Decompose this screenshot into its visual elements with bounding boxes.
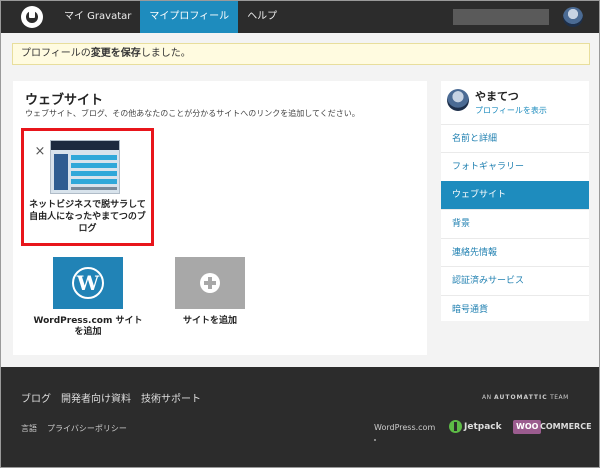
automattic-an: AN — [482, 394, 492, 401]
footer-link-privacy[interactable]: プライバシーポリシー — [47, 423, 127, 434]
sidebar-item-verified-services[interactable]: 認証済みサービス — [441, 266, 589, 294]
nav-help[interactable]: ヘルプ — [238, 1, 286, 33]
add-wordpress-site-button[interactable]: W WordPress.com サイトを追加 — [33, 257, 143, 338]
avatar — [447, 89, 469, 111]
nav-my-gravatar[interactable]: マイ Gravatar — [55, 1, 140, 33]
remove-site-icon[interactable]: × — [34, 145, 46, 158]
notice-suffix: しました。 — [140, 48, 191, 59]
footer-link-language[interactable]: 言語 — [21, 423, 37, 434]
sidebar-item-crypto[interactable]: 暗号通貨 — [441, 295, 589, 323]
automattic-logo[interactable]: AN AUTOMATTIC TEAM — [482, 394, 569, 401]
footer: ブログ 開発者向け資料 技術サポート 言語 プライバシーポリシー AN AUTO… — [1, 367, 599, 467]
account-email-box[interactable] — [453, 9, 549, 25]
site-name[interactable]: ネットビジネスで脱サラして自由人になったやまてつのブログ — [28, 199, 147, 235]
divider-dot — [374, 439, 376, 441]
add-wp-label[interactable]: WordPress.com サイトを追加 — [33, 316, 143, 338]
site-tile[interactable]: × ネットビジネスで脱サラして自由人になったやまてつのブログ — [21, 128, 154, 246]
profile-name: やまてつ — [475, 90, 519, 103]
sidebar-profile: やまてつ プロフィールを表示 — [441, 81, 589, 121]
gravatar-logo-icon[interactable] — [21, 6, 43, 28]
site-thumbnail[interactable] — [50, 140, 120, 194]
websites-panel: ウェブサイト ウェブサイト、ブログ、その他あなたのことが分かるサイトへのリンクを… — [13, 81, 427, 355]
footer-link-blog[interactable]: ブログ — [21, 390, 51, 405]
section-title: ウェブサイト — [25, 93, 104, 108]
notice-bold: 変更を保存 — [90, 48, 141, 59]
footer-sub-links: 言語 プライバシーポリシー — [21, 423, 127, 434]
automattic-name: AUTOMATTIC — [494, 394, 548, 401]
wordpress-logo-icon[interactable]: W — [53, 257, 123, 309]
sidebar-item-name-details[interactable]: 名前と詳細 — [441, 124, 589, 152]
jetpack-link[interactable]: Jetpack — [464, 422, 502, 432]
footer-link-support[interactable]: 技術サポート — [141, 390, 201, 405]
sidebar-item-photos[interactable]: フォトギャラリー — [441, 152, 589, 180]
profile-sidebar: やまてつ プロフィールを表示 名前と詳細 フォトギャラリー ウェブサイト 背景 … — [441, 81, 589, 321]
save-notice: プロフィールの変更を保存しました。 — [12, 43, 590, 65]
nav-my-profile[interactable]: マイプロフィール — [140, 1, 239, 33]
sidebar-item-websites[interactable]: ウェブサイト — [441, 181, 589, 209]
sidebar-item-background[interactable]: 背景 — [441, 209, 589, 237]
footer-links: ブログ 開発者向け資料 技術サポート — [21, 390, 201, 405]
wordpress-link[interactable]: WordPress.com — [374, 423, 435, 432]
woocommerce-link[interactable]: COMMERCE — [540, 422, 592, 431]
woo-logo-icon[interactable]: WOO — [513, 420, 542, 434]
top-bar: マイ Gravatar マイプロフィール ヘルプ — [1, 1, 599, 33]
section-description: ウェブサイト、ブログ、その他あなたのことが分かるサイトへのリンクを追加してくださ… — [25, 109, 360, 118]
sidebar-item-contact[interactable]: 連絡先情報 — [441, 238, 589, 266]
plus-icon[interactable] — [175, 257, 245, 309]
top-nav: マイ Gravatar マイプロフィール ヘルプ — [55, 1, 286, 33]
user-avatar[interactable] — [563, 7, 583, 27]
view-profile-link[interactable]: プロフィールを表示 — [475, 105, 547, 116]
automattic-team: TEAM — [550, 394, 569, 401]
add-site-button[interactable]: サイトを追加 — [165, 257, 255, 327]
notice-prefix: プロフィールの — [21, 48, 91, 59]
footer-link-developers[interactable]: 開発者向け資料 — [61, 390, 131, 405]
add-site-label[interactable]: サイトを追加 — [165, 316, 255, 327]
jetpack-icon[interactable] — [449, 420, 462, 433]
